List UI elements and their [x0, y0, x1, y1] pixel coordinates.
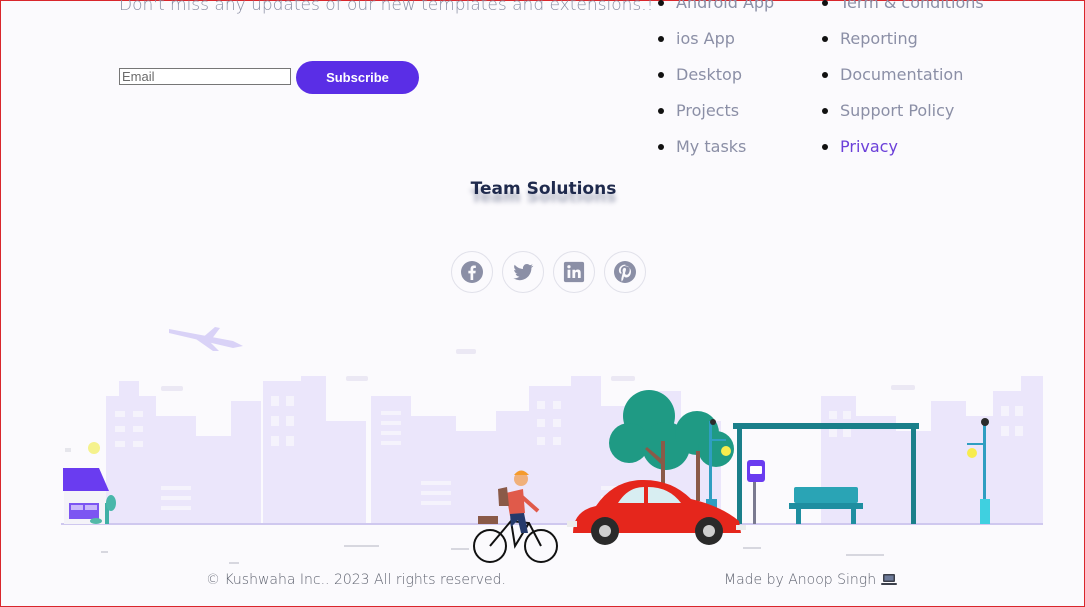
newsletter-tagline: Don't miss any updates of our new templa… — [119, 0, 654, 15]
twitter-button[interactable] — [502, 251, 544, 293]
footer-links-legal: Term & conditions Reporting Documentatio… — [822, 0, 984, 165]
airplane-icon — [169, 327, 243, 351]
link-ios-app[interactable]: ios App — [658, 21, 774, 57]
bus-stop-sign — [747, 460, 765, 524]
linkedin-icon — [563, 261, 585, 283]
link-desktop[interactable]: Desktop — [658, 57, 774, 93]
pinterest-button[interactable] — [604, 251, 646, 293]
footer-links-apps: Android App ios App Desktop Projects My … — [658, 0, 774, 165]
city-illustration — [61, 327, 1043, 564]
subscribe-button[interactable]: Subscribe — [296, 61, 419, 94]
linkedin-button[interactable] — [553, 251, 595, 293]
made-by-text: Made by Anoop Singh — [724, 572, 898, 588]
link-documentation[interactable]: Documentation — [822, 57, 984, 93]
link-support-policy[interactable]: Support Policy — [822, 93, 984, 129]
copyright-text: © Kushwaha Inc.. 2023 All rights reserve… — [206, 572, 506, 588]
made-by-label: Made by Anoop Singh — [724, 572, 877, 588]
link-android-app[interactable]: Android App — [658, 0, 774, 21]
pinterest-icon — [614, 261, 636, 283]
link-reporting[interactable]: Reporting — [822, 21, 984, 57]
link-projects[interactable]: Projects — [658, 93, 774, 129]
link-terms[interactable]: Term & conditions — [822, 0, 984, 21]
city-skyline — [106, 376, 1043, 524]
facebook-icon — [461, 261, 483, 283]
email-field[interactable] — [119, 68, 291, 85]
social-links — [451, 251, 646, 293]
link-privacy[interactable]: Privacy — [822, 129, 984, 165]
twitter-icon — [513, 264, 534, 281]
facebook-button[interactable] — [451, 251, 493, 293]
link-my-tasks[interactable]: My tasks — [658, 129, 774, 165]
laptop-icon — [881, 574, 898, 585]
brand-name: Team Solutions — [470, 179, 617, 199]
